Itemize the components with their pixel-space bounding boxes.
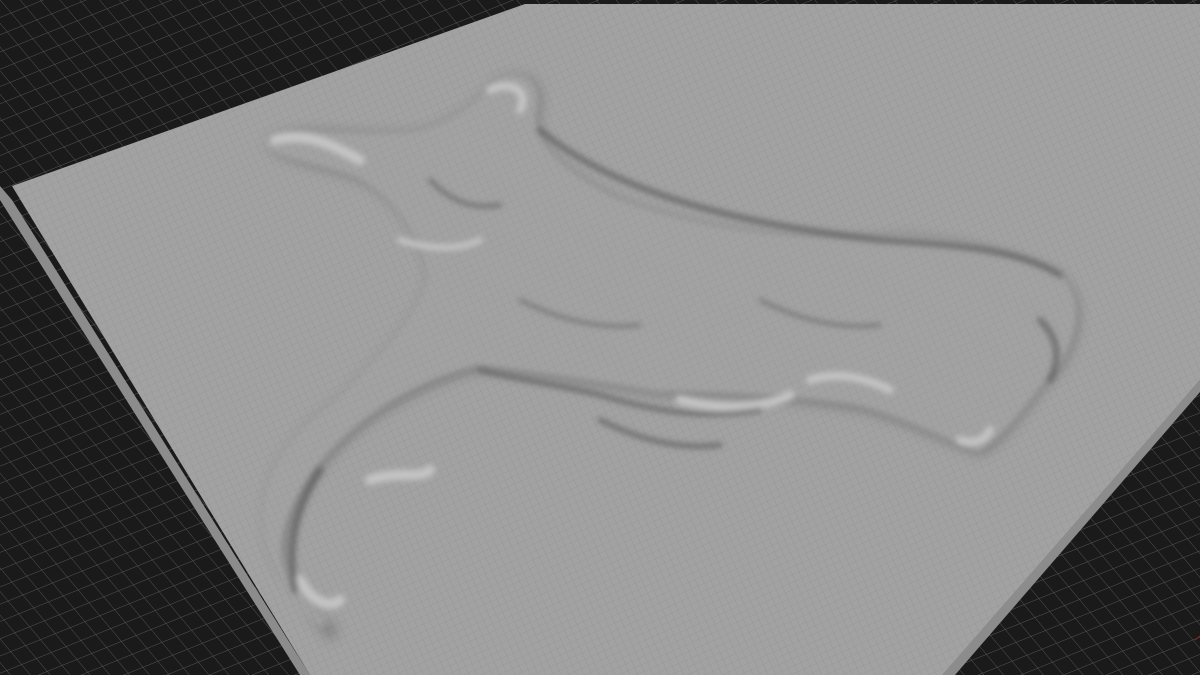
- 3d-viewport[interactable]: [0, 0, 1200, 675]
- viewport-scene: [0, 0, 1200, 675]
